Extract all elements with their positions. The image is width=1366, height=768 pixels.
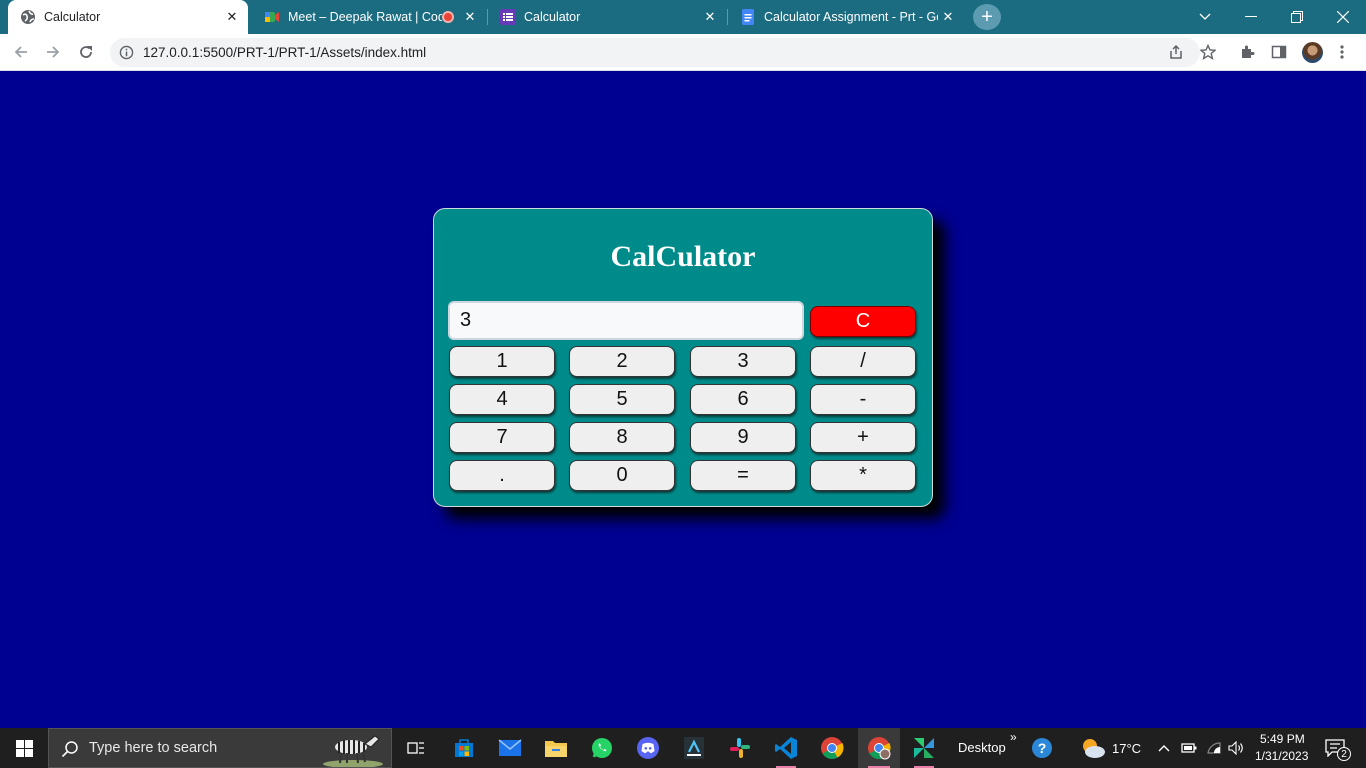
tab-title: Calculator [524,10,581,24]
url-path: :5500/PRT-1/PRT-1/Assets/index.html [199,45,427,60]
reload-icon[interactable] [74,40,98,64]
key-4[interactable]: 4 [449,384,555,415]
close-tab-icon[interactable]: ✕ [700,7,720,27]
microsoft-store-icon[interactable] [448,728,480,768]
tab-title: Calculator [44,10,101,24]
task-view-icon[interactable] [400,728,432,768]
clear-button[interactable]: C [810,306,916,337]
key-9[interactable]: 9 [690,422,796,453]
key-2[interactable]: 2 [569,346,675,377]
notification-center-icon[interactable]: 2 [1320,728,1351,768]
wifi-icon[interactable] [1205,728,1223,768]
close-tab-icon[interactable]: ✕ [460,7,480,27]
windows-start-icon[interactable] [0,728,48,768]
key-5[interactable]: 5 [569,384,675,415]
close-tab-icon[interactable]: ✕ [222,7,242,27]
url-host: 127.0.0.1 [143,45,200,60]
discord-icon[interactable] [632,728,664,768]
calculator-title: CalCulator [610,240,756,273]
list-app-icon [500,9,516,25]
profile-avatar[interactable] [1302,42,1323,63]
site-info-icon[interactable] [119,45,134,65]
taskbar: Type here to search Desktop » ? 17°C 5:4… [0,728,1366,768]
help-icon[interactable]: ? [1028,728,1056,768]
google-docs-icon [740,9,756,25]
clock-time[interactable]: 5:49 PM [1260,732,1305,746]
chrome-profile-active-icon[interactable] [858,728,900,768]
tab-calculator[interactable]: Calculator ✕ [488,0,726,34]
key-divide[interactable]: / [810,346,916,377]
tab-google-docs[interactable]: Calculator Assignment - Prt - Goo ✕ [728,0,964,34]
tab-search-icon[interactable] [1182,0,1228,34]
clock-date[interactable]: 1/31/2023 [1255,749,1308,763]
pinwheel-app-icon[interactable] [906,728,942,768]
tab-title: Meet – Deepak Rawat | Codi [288,10,442,24]
file-explorer-icon[interactable] [540,728,572,768]
notification-count-badge: 2 [1337,747,1351,761]
mail-icon[interactable] [494,728,526,768]
new-tab-button[interactable]: + [973,4,1001,30]
key-3[interactable]: 3 [690,346,796,377]
side-panel-icon[interactable] [1270,43,1288,61]
close-tab-icon[interactable]: ✕ [938,7,958,27]
key-7[interactable]: 7 [449,422,555,453]
search-icon [61,740,79,763]
google-meet-icon [264,9,280,25]
calculator-display[interactable]: 3 [448,301,804,340]
key-decimal[interactable]: . [449,460,555,491]
chrome-icon[interactable] [816,728,848,768]
share-icon[interactable] [1167,43,1185,61]
slack-icon[interactable] [724,728,756,768]
zebra-illustration [321,731,385,768]
menu-kebab-icon[interactable] [1333,43,1351,61]
key-multiply[interactable]: * [810,460,916,491]
bookmark-star-icon[interactable] [1199,43,1217,61]
svg-text:?: ? [1038,740,1047,756]
whatsapp-icon[interactable] [586,728,618,768]
key-1[interactable]: 1 [449,346,555,377]
vscode-icon[interactable] [770,728,802,768]
key-equals[interactable]: = [690,460,796,491]
key-add[interactable]: + [810,422,916,453]
extensions-icon[interactable] [1239,43,1257,61]
tab-meet[interactable]: Meet – Deepak Rawat | Codi ✕ [252,0,486,34]
volume-icon[interactable] [1227,728,1245,768]
weather-icon[interactable] [1078,728,1108,768]
address-bar[interactable]: 127.0.0.1:5500/PRT-1/PRT-1/Assets/index.… [110,38,1200,67]
restore-icon[interactable] [1274,0,1320,34]
key-8[interactable]: 8 [569,422,675,453]
key-subtract[interactable]: - [810,384,916,415]
recording-icon [442,11,454,23]
tab-strip: Calculator ✕ Meet – Deepak Rawat | Codi … [0,0,1366,34]
temperature-label[interactable]: 17°C [1112,741,1141,756]
globe-icon [20,9,36,25]
dev-tool-app-icon[interactable] [678,728,710,768]
calculator-panel: CalCulator 3 C 1 2 3 / 4 5 6 - 7 8 9 + .… [433,208,933,507]
tab-title: Calculator Assignment - Prt - Goo [764,10,938,24]
desktop-toolbar-label[interactable]: Desktop [958,740,1006,755]
browser-toolbar: 127.0.0.1:5500/PRT-1/PRT-1/Assets/index.… [0,34,1366,71]
back-icon[interactable] [9,40,33,64]
search-placeholder: Type here to search [89,740,218,756]
key-6[interactable]: 6 [690,384,796,415]
tab-calculator-active[interactable]: Calculator ✕ [8,0,248,34]
url-text: 127.0.0.1:5500/PRT-1/PRT-1/Assets/index.… [143,45,426,60]
toolbar-overflow-chevron[interactable]: » [1010,730,1017,744]
key-0[interactable]: 0 [569,460,675,491]
chevron-up-icon[interactable] [1156,728,1172,768]
close-window-icon[interactable] [1320,0,1366,34]
minimize-icon[interactable] [1228,0,1274,34]
forward-icon[interactable] [41,40,65,64]
battery-icon[interactable] [1180,728,1198,768]
taskbar-search-box[interactable]: Type here to search [48,728,392,768]
